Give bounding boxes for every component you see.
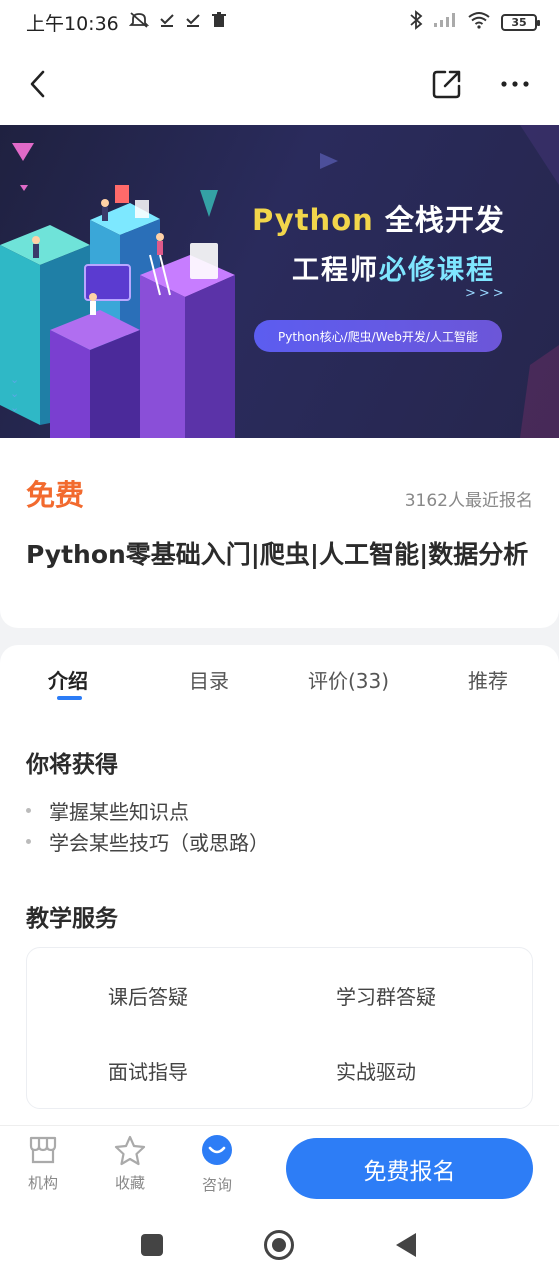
- back-button[interactable]: [16, 62, 60, 106]
- gain-item: 学会某些技巧（或思路）: [26, 827, 269, 856]
- star-icon: [114, 1135, 146, 1166]
- wifi-icon: [467, 11, 491, 33]
- bullet-dot: [26, 808, 31, 813]
- check-icon: [159, 12, 175, 32]
- home-circle-icon: [264, 1230, 294, 1260]
- store-icon: [29, 1136, 57, 1164]
- active-tab-indicator: [57, 696, 82, 700]
- back-arrow-icon: [30, 70, 45, 98]
- gain-section-title: 你将获得: [26, 752, 118, 778]
- free-enroll-button[interactable]: 免费报名: [286, 1138, 533, 1199]
- home-button[interactable]: [261, 1227, 297, 1263]
- enroll-count: 3162人最近报名: [404, 491, 533, 511]
- battery-icon: 35: [501, 13, 540, 31]
- signal-icon: [433, 12, 457, 32]
- banner-subtitle: 工程师必修课程: [292, 248, 495, 287]
- share-button[interactable]: [425, 62, 469, 106]
- course-detail-card: 介绍 目录 评价(33) 推荐 你将获得 掌握某些知识点 学会某些技巧（或思路）…: [0, 645, 559, 1135]
- status-right: 35: [409, 10, 540, 34]
- service-item: 学习群答疑: [336, 985, 436, 1009]
- service-item: 实战驱动: [336, 1060, 416, 1084]
- banner-tag-pill: Python核心/爬虫/Web开发/人工智能: [254, 320, 502, 352]
- banner-title: Python 全栈开发: [252, 197, 505, 239]
- recent-apps-button[interactable]: [134, 1227, 170, 1263]
- course-banner: ⌄ ⌄ ⌄ Python 全栈开发 工程师必修课程 >>> Python核心/爬…: [0, 125, 559, 438]
- svg-text:⌄: ⌄: [10, 401, 19, 414]
- tab-catalog[interactable]: 目录: [189, 665, 229, 694]
- svg-text:⌄: ⌄: [10, 387, 19, 400]
- tab-recommend[interactable]: 推荐: [468, 665, 508, 694]
- course-title: Python零基础入门|爬虫|人工智能|数据分析: [26, 540, 529, 569]
- bullet-dot: [26, 839, 31, 844]
- service-item: 课后答疑: [108, 985, 188, 1009]
- bottom-action-bar: 机构 收藏 咨询 免费报名: [0, 1125, 559, 1209]
- bluetooth-icon: [409, 10, 423, 34]
- tab-intro[interactable]: 介绍: [48, 665, 88, 694]
- course-price: 免费: [26, 478, 85, 512]
- triangle-back-icon: [396, 1233, 416, 1257]
- detail-tabs: 介绍 目录 评价(33) 推荐: [0, 645, 559, 707]
- nav-bar: [0, 44, 559, 125]
- service-item: 面试指导: [108, 1060, 188, 1084]
- gain-item-text: 掌握某些知识点: [49, 800, 189, 824]
- back-nav-button[interactable]: [388, 1227, 424, 1263]
- more-button[interactable]: [493, 62, 537, 106]
- svg-text:⌄: ⌄: [10, 373, 19, 386]
- gain-item: 掌握某些知识点: [26, 796, 189, 825]
- banner-title-rest: 全栈开发: [373, 203, 505, 237]
- chat-bubble-icon: [202, 1135, 232, 1165]
- trash-icon: [211, 12, 227, 32]
- gain-item-text: 学会某些技巧（或思路）: [49, 831, 269, 855]
- favorite-button[interactable]: 收藏: [100, 1134, 160, 1193]
- status-time: 上午10:36: [26, 12, 119, 35]
- more-icon: [501, 81, 529, 87]
- share-icon: [432, 70, 461, 99]
- banner-arrows: >>>: [465, 286, 507, 301]
- service-section-title: 教学服务: [26, 906, 118, 932]
- favorite-label: 收藏: [114, 1174, 145, 1192]
- banner-title-python: Python: [252, 203, 374, 237]
- square-icon: [141, 1234, 163, 1256]
- check-icon: [185, 12, 201, 32]
- banner-subtitle-a: 工程师: [292, 255, 379, 286]
- banner-subtitle-b: 必修课程: [379, 255, 495, 286]
- consult-button[interactable]: 咨询: [187, 1134, 247, 1195]
- mute-icon: [128, 11, 149, 33]
- system-nav-bar: [0, 1209, 559, 1280]
- org-button[interactable]: 机构: [13, 1134, 73, 1193]
- service-grid: 课后答疑 学习群答疑 面试指导 实战驱动: [26, 947, 533, 1109]
- status-bar: 上午10:36 35: [0, 0, 559, 44]
- tab-reviews[interactable]: 评价(33): [308, 665, 389, 694]
- status-left: 上午10:36: [26, 9, 227, 36]
- course-info-card: 免费 3162人最近报名 Python零基础入门|爬虫|人工智能|数据分析: [0, 438, 559, 628]
- consult-label: 咨询: [201, 1176, 232, 1194]
- org-label: 机构: [27, 1174, 58, 1192]
